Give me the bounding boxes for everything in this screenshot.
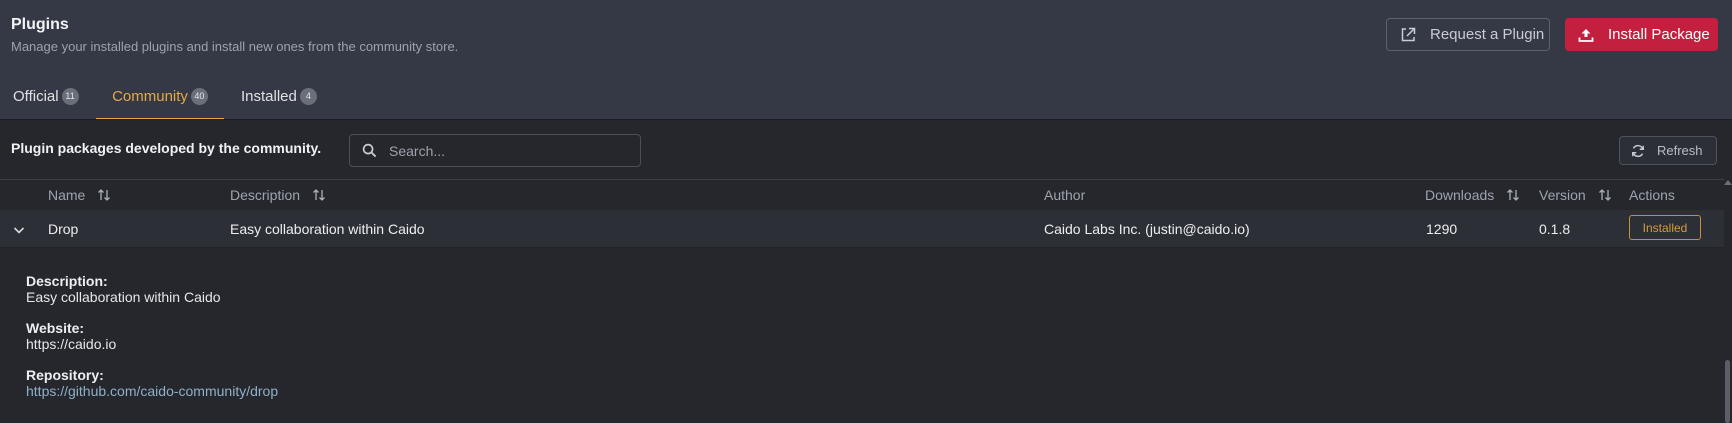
count-badge: 4	[299, 87, 317, 105]
install-package-button[interactable]: Install Package	[1565, 18, 1718, 51]
external-link-icon	[1401, 27, 1416, 41]
plugin-downloads: 1290	[1426, 221, 1458, 237]
column-label: Version	[1539, 187, 1586, 203]
tab-label: Official	[13, 87, 59, 105]
refresh-icon	[1632, 144, 1644, 157]
sort-icon	[1507, 189, 1520, 201]
repository-link[interactable]: https://github.com/caido-community/drop	[26, 383, 278, 399]
description-value: Easy collaboration within Caido	[26, 289, 221, 305]
sort-icon	[313, 189, 325, 201]
search-icon	[362, 143, 377, 158]
tab-label: Installed	[241, 87, 297, 105]
upload-icon	[1578, 28, 1594, 42]
column-label: Name	[48, 187, 86, 203]
table-row[interactable]: Drop Easy collaboration within Caido Cai…	[0, 210, 1724, 248]
scroll-up-arrow[interactable]	[1724, 180, 1732, 185]
column-label: Description	[230, 187, 301, 203]
search-input[interactable]	[389, 142, 629, 159]
plugin-author: Caido Labs Inc. (justin@caido.io)	[1044, 221, 1250, 237]
page-title: Plugins	[11, 16, 69, 33]
plugin-name: Drop	[48, 221, 79, 237]
repository-label: Repository:	[26, 367, 104, 383]
tab-official[interactable]: Official 11	[13, 72, 79, 120]
page-header: Plugins Manage your installed plugins an…	[0, 0, 1732, 120]
request-plugin-label: Request a Plugin	[1430, 26, 1545, 43]
chevron-down-icon[interactable]	[11, 222, 27, 238]
sort-icon	[98, 189, 111, 201]
column-header-version[interactable]: Version	[1539, 180, 1612, 210]
search-box[interactable]	[349, 134, 641, 167]
count-badge: 11	[61, 87, 79, 105]
sort-icon	[1598, 189, 1611, 201]
website-label: Website:	[26, 320, 85, 336]
website-value: https://caido.io	[26, 336, 117, 352]
table-header: Name Description Author Downloads Versio…	[0, 180, 1724, 210]
column-label: Actions	[1629, 187, 1675, 203]
count-badge: 40	[190, 87, 208, 105]
tab-bar: Official 11 Community 40 Installed 4	[0, 72, 1732, 120]
tab-community[interactable]: Community 40	[96, 72, 224, 120]
description-label: Description:	[26, 273, 108, 289]
plugin-description: Easy collaboration within Caido	[230, 221, 425, 237]
plugin-version: 0.1.8	[1539, 221, 1571, 237]
tab-installed[interactable]: Installed 4	[241, 72, 317, 120]
row-expansion-panel: Description: Easy collaboration within C…	[0, 248, 1724, 423]
column-header-actions: Actions	[1629, 180, 1675, 210]
page-subtitle: Manage your installed plugins and instal…	[11, 39, 459, 54]
toolbar-caption: Plugin packages developed by the communi…	[11, 140, 322, 156]
install-package-label: Install Package	[1608, 26, 1710, 43]
column-header-name[interactable]: Name	[48, 180, 111, 210]
column-header-downloads[interactable]: Downloads	[1425, 180, 1520, 210]
divider	[0, 119, 1732, 120]
scrollbar-thumb[interactable]	[1725, 360, 1730, 423]
request-plugin-button[interactable]: Request a Plugin	[1386, 18, 1550, 51]
column-label: Downloads	[1425, 187, 1495, 203]
column-header-description[interactable]: Description	[230, 180, 326, 210]
tab-label: Community	[112, 87, 188, 105]
installed-button[interactable]: Installed	[1629, 215, 1701, 240]
column-label: Author	[1044, 187, 1086, 203]
column-header-author: Author	[1044, 180, 1085, 210]
refresh-label: Refresh	[1657, 143, 1703, 158]
refresh-button[interactable]: Refresh	[1619, 136, 1717, 165]
